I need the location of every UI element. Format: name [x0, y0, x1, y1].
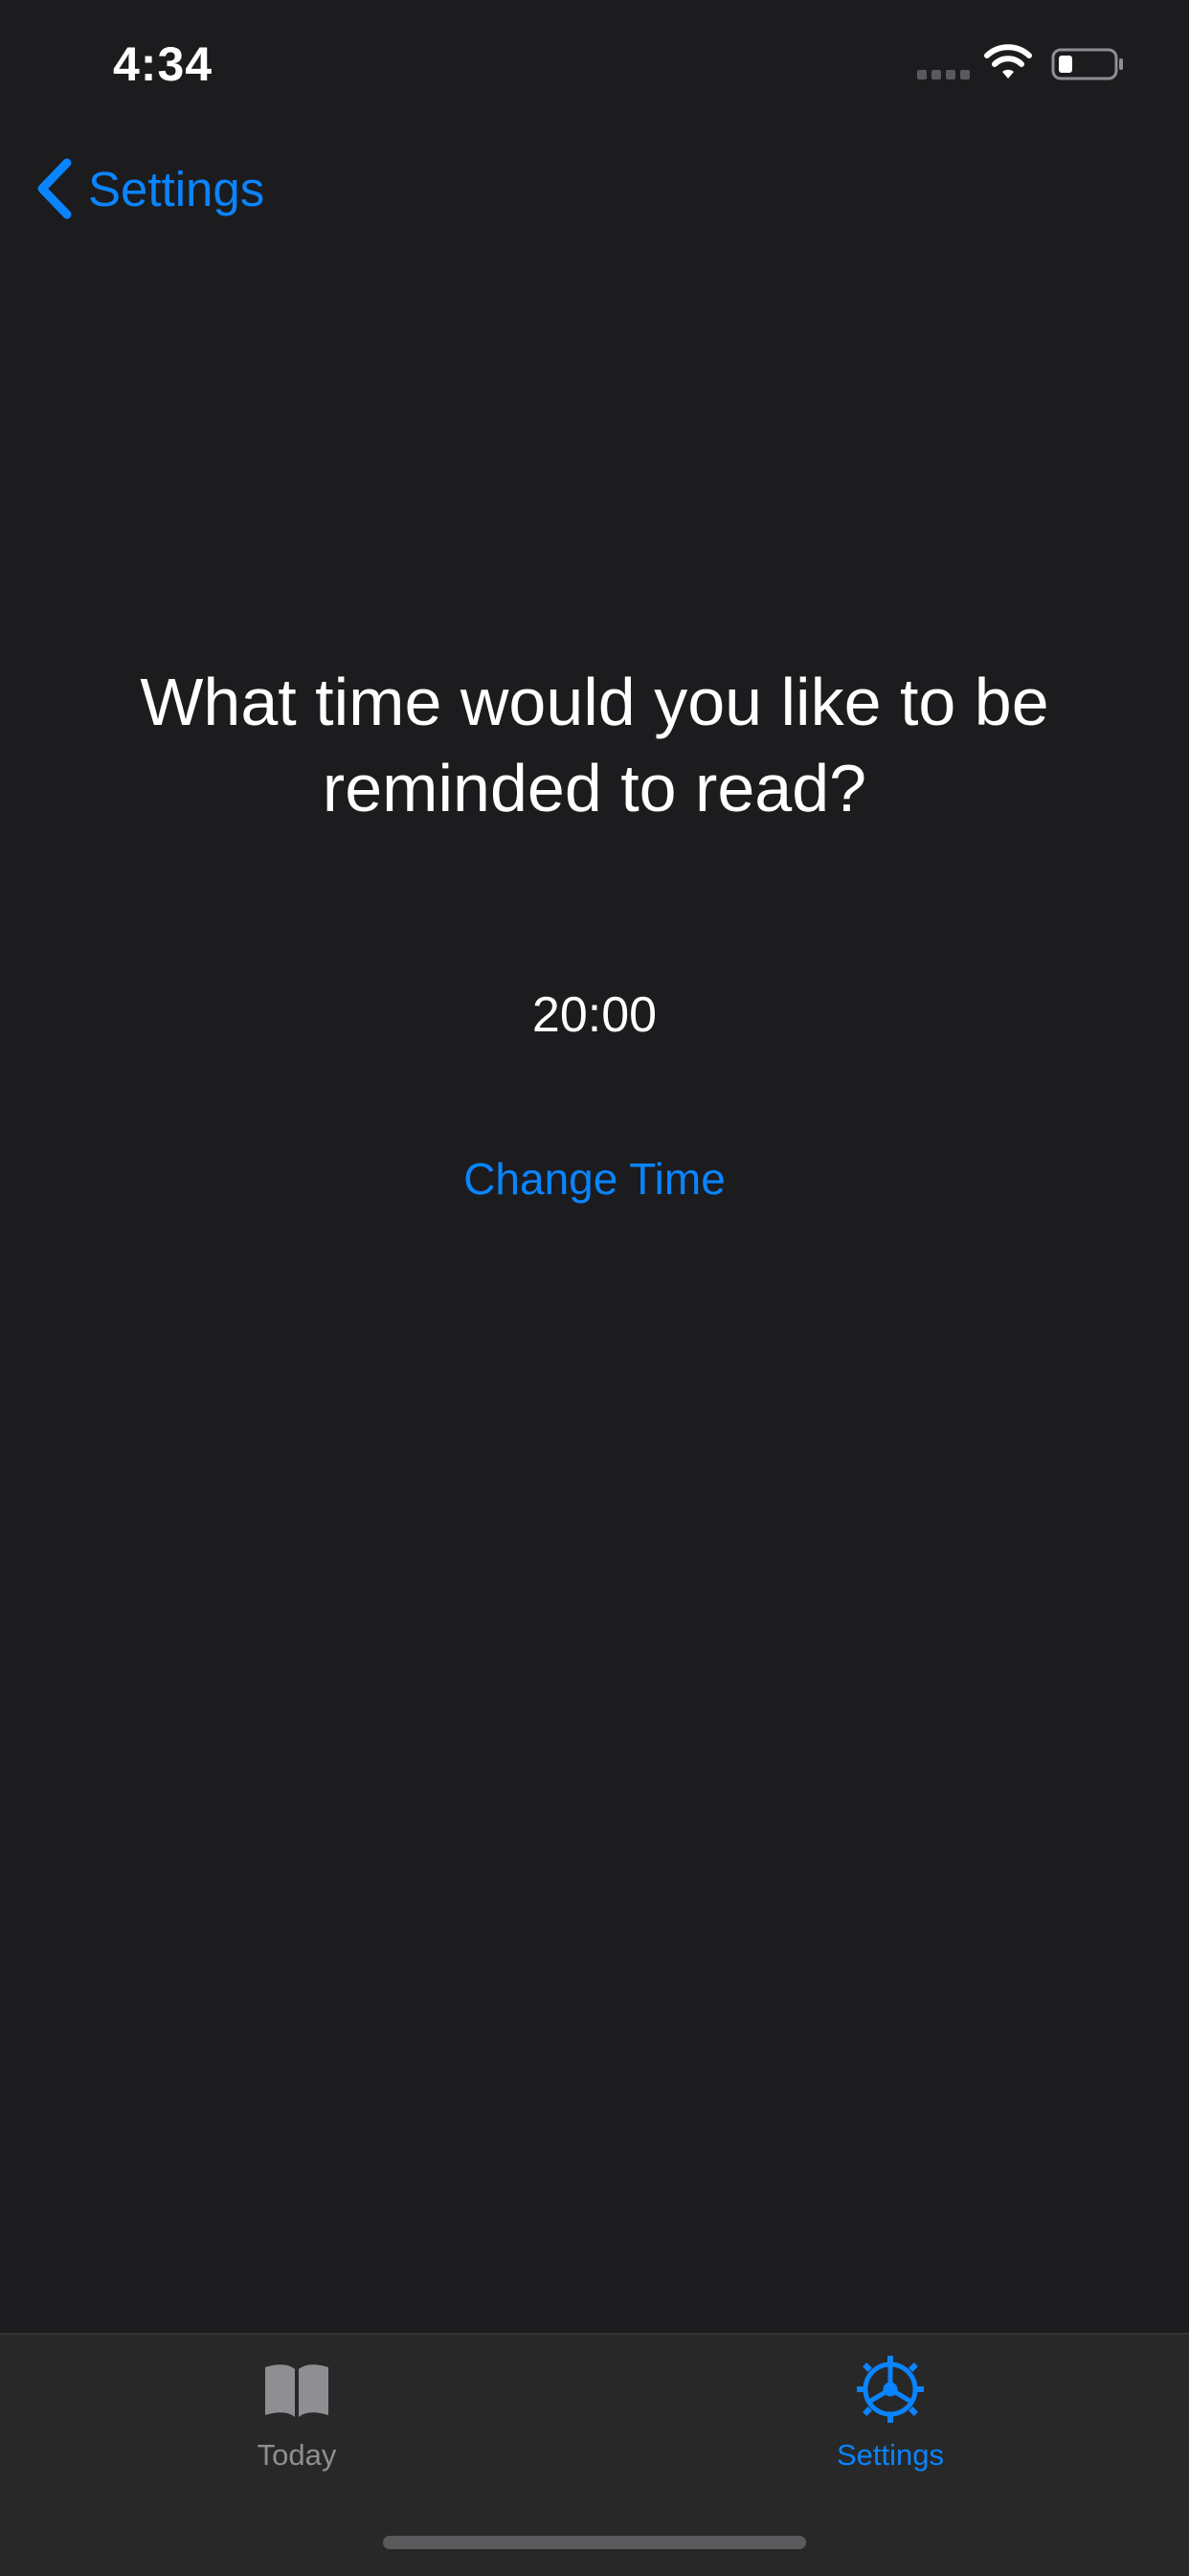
tab-settings-label: Settings	[836, 2438, 944, 2472]
change-time-container: Change Time	[0, 1147, 1189, 1210]
back-button[interactable]: Settings	[34, 153, 264, 224]
tab-today-label: Today	[257, 2438, 337, 2472]
change-time-button[interactable]: Change Time	[452, 1147, 737, 1210]
reminder-time-value: 20:00	[531, 987, 658, 1043]
cellular-signal-icon	[917, 70, 971, 79]
wifi-icon	[984, 44, 1032, 79]
gear-icon	[857, 2356, 924, 2423]
status-bar: 4:34	[0, 0, 1189, 129]
reminder-question-text: What time would you like to be reminded …	[140, 665, 1049, 825]
reminder-question: What time would you like to be reminded …	[0, 659, 1189, 831]
battery-icon	[1051, 48, 1123, 80]
book-icon	[265, 2364, 328, 2417]
status-time: 4:34	[113, 37, 213, 91]
chevron-left-icon	[37, 158, 72, 219]
tab-settings[interactable]: Settings	[747, 2354, 1034, 2473]
home-indicator[interactable]	[383, 2536, 806, 2549]
tab-today[interactable]: Today	[153, 2354, 440, 2473]
back-button-label: Settings	[88, 161, 265, 216]
